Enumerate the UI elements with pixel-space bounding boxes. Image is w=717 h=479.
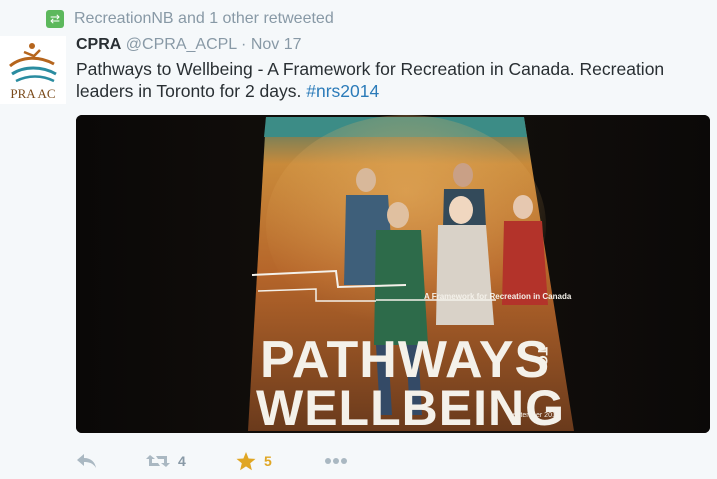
cover-title-to: TO <box>535 347 551 366</box>
avatar-text: PRA AC <box>10 86 55 101</box>
favorite-button[interactable]: 5 <box>236 451 324 471</box>
star-icon <box>236 451 256 470</box>
author-name[interactable]: CPRA <box>76 36 121 53</box>
more-button[interactable] <box>324 457 348 465</box>
avatar[interactable]: PRA AC <box>0 36 66 104</box>
tweet-photo[interactable]: A Framework for Recreation in Canada PAT… <box>76 115 710 433</box>
retweeted-by-text[interactable]: RecreationNB and 1 other retweeted <box>74 10 334 28</box>
retweet-context[interactable]: ⇄ RecreationNB and 1 other retweeted <box>46 10 334 28</box>
hashtag-link[interactable]: #nrs2014 <box>306 81 379 101</box>
tweet-header: CPRA @CPRA_ACPL · Nov 17 <box>76 36 302 54</box>
separator: · <box>241 36 247 53</box>
retweet-icon <box>146 455 170 467</box>
retweet-button[interactable]: 4 <box>146 453 236 469</box>
cover-subtitle: A Framework for Recreation in Canada <box>424 292 572 301</box>
retweet-icon: ⇄ <box>46 10 64 28</box>
cover-title-line2: WELLBEING <box>256 380 565 433</box>
reply-button[interactable] <box>76 453 146 469</box>
book-cover-photo: A Framework for Recreation in Canada PAT… <box>76 115 710 433</box>
reply-icon <box>77 454 96 468</box>
tweet-timestamp[interactable]: Nov 17 <box>251 36 302 53</box>
tweet-text: Pathways to Wellbeing - A Framework for … <box>76 58 696 102</box>
favorite-count[interactable]: 5 <box>264 453 272 469</box>
more-icon <box>325 458 347 464</box>
tweet-actions: 4 5 <box>76 448 348 474</box>
author-handle[interactable]: @CPRA_ACPL <box>126 36 237 53</box>
retweet-count[interactable]: 4 <box>178 453 186 469</box>
cover-date: September 2014 <box>508 412 560 419</box>
cpra-logo: PRA AC <box>9 43 57 101</box>
